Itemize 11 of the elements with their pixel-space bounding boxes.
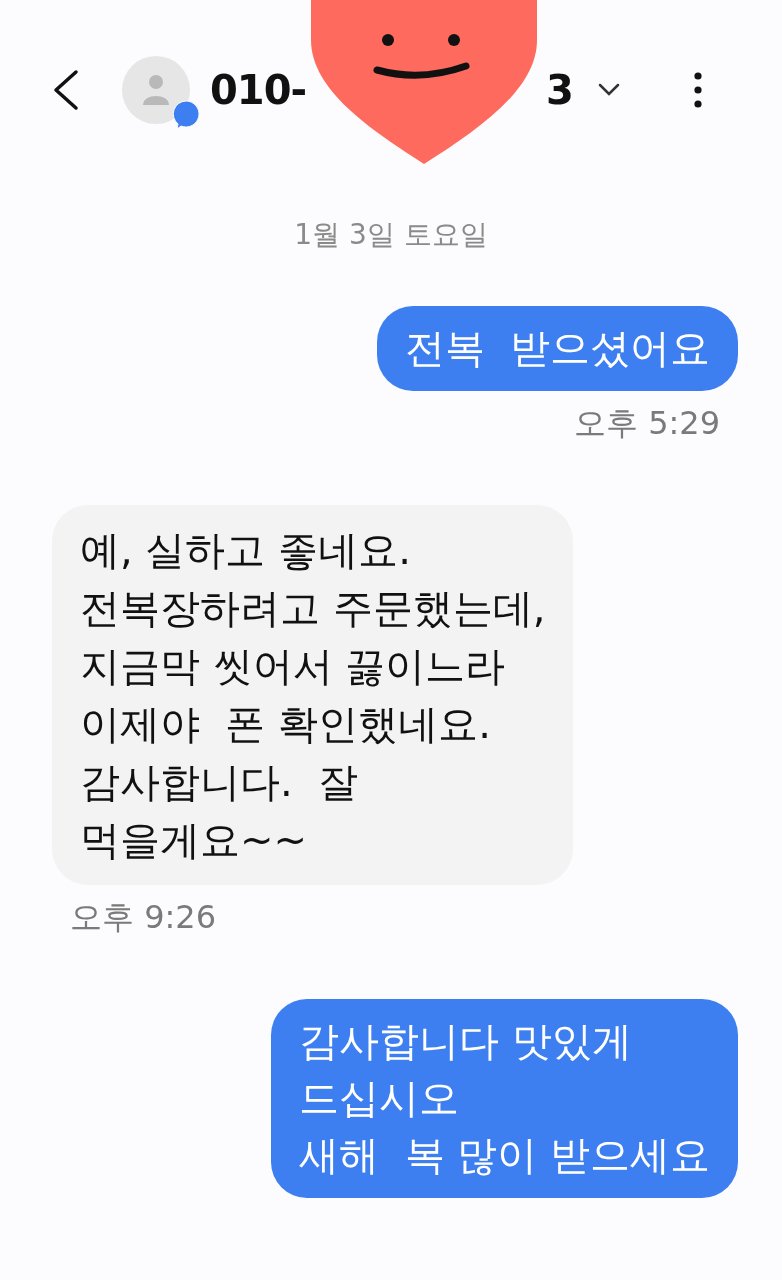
message-bubble[interactable]: 예, 실하고 좋네요. 전복장하려고 주문했는데, 지금막 씻어서 끓이느라 이제야 폰 확인했네요. 감사합니다. 잘 먹을게요~~: [52, 505, 574, 885]
date-divider: 1월 3일 토요일: [294, 217, 488, 253]
message-bubble[interactable]: 감사합니다 맛있게 드십시오 새해 복 많이 받으세요: [271, 999, 738, 1198]
person-icon: [143, 75, 169, 105]
message-time: 오후 9:26: [70, 897, 217, 938]
chevron-down-icon[interactable]: [597, 83, 620, 97]
message-bubble[interactable]: 전복 받으셨어요: [376, 306, 738, 391]
more-options-icon[interactable]: [694, 72, 702, 108]
message-time: 오후 5:29: [573, 403, 720, 444]
contact-number: 3: [546, 66, 574, 115]
contact-number: 010-: [210, 66, 307, 115]
